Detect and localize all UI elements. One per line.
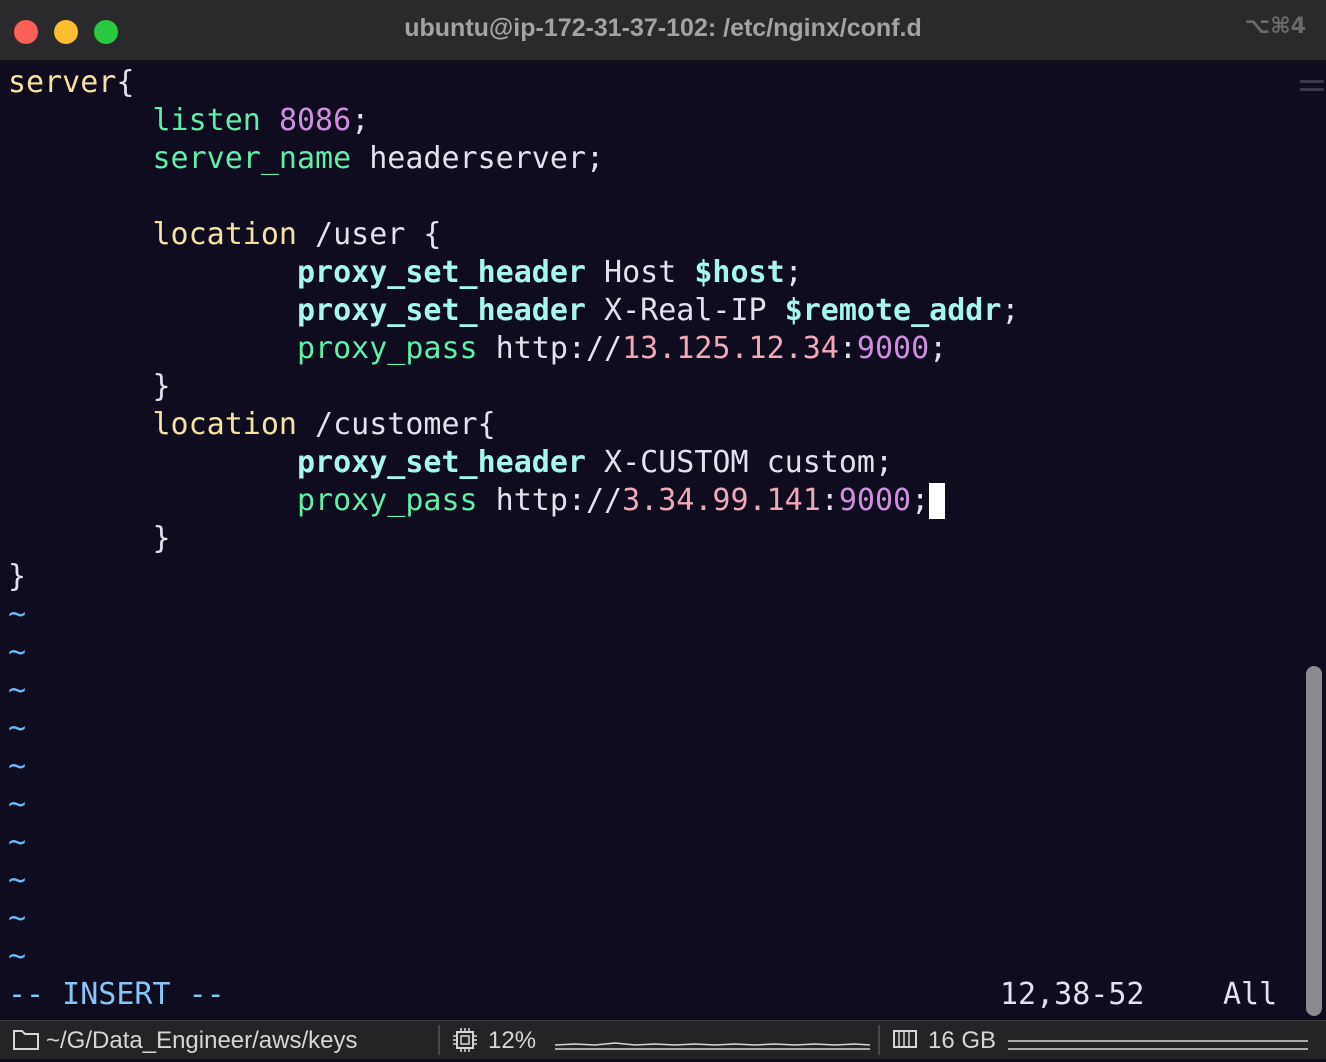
memory-icon: [892, 1027, 918, 1055]
code-line: }: [152, 521, 171, 556]
code-line: proxy_set_header X-Real-IP $remote_addr;: [296, 293, 1020, 328]
memory-sparkline: [1008, 1033, 1308, 1061]
empty-line-tilde: ~: [8, 673, 27, 708]
directive-token: proxy_set_header: [296, 293, 586, 328]
code-line: proxy_pass http://3.34.99.141:9000;: [8, 482, 946, 520]
directive-token: proxy_pass: [296, 331, 478, 366]
directive-token: proxy_pass: [296, 483, 478, 518]
variable-token: $remote_addr: [784, 293, 1002, 328]
current-path[interactable]: ~/G/Data_Engineer/aws/keys: [46, 1027, 358, 1055]
ip-address: 13.125.12.34: [622, 331, 839, 366]
code-line: proxy_pass http://13.125.12.34:9000;: [296, 331, 948, 366]
code-line: proxy_set_header X-CUSTOM custom;: [296, 445, 894, 480]
code-line: }: [152, 369, 171, 404]
code-line: location /user {: [152, 217, 442, 252]
window-title: ubuntu@ip-172-31-37-102: /etc/nginx/conf…: [404, 14, 922, 42]
server-keyword: server: [8, 65, 117, 100]
cpu-chip-icon: [452, 1027, 478, 1055]
status-bar: ~/G/Data_Engineer/aws/keys 12% 16 GB: [0, 1020, 1326, 1059]
empty-line-tilde: ~: [8, 711, 27, 746]
vim-mode-indicator: -- INSERT --: [8, 977, 225, 1012]
code-line: }: [8, 559, 27, 594]
tab-shortcut-label: ⌥⌘4: [1244, 14, 1306, 39]
port-number: 9000: [838, 483, 912, 518]
code-line: listen 8086;: [152, 103, 370, 138]
terminal-window: ubuntu@ip-172-31-37-102: /etc/nginx/conf…: [0, 0, 1326, 1059]
ip-address: 3.34.99.141: [622, 483, 821, 518]
directive-token: proxy_set_header: [296, 255, 586, 290]
directive-token: server_name: [152, 141, 352, 176]
variable-token: $host: [694, 255, 785, 290]
code-line: proxy_set_header Host $host;: [296, 255, 803, 290]
location-keyword: location: [152, 407, 298, 442]
cpu-sparkline: [554, 1033, 871, 1061]
code-line: server{: [8, 65, 135, 100]
cursor-position: 12,38-52: [1000, 977, 1145, 1012]
scroll-overview: [1300, 80, 1324, 96]
status-divider: [438, 1025, 440, 1055]
scrollbar-thumb[interactable]: [1306, 666, 1322, 1016]
empty-line-tilde: ~: [8, 863, 27, 898]
cpu-usage: 12%: [488, 1027, 537, 1054]
location-keyword: location: [152, 217, 298, 252]
status-divider: [878, 1025, 880, 1055]
directive-token: proxy_set_header: [296, 445, 586, 480]
memory-usage: 16 GB: [928, 1027, 997, 1054]
empty-line-tilde: ~: [8, 749, 27, 784]
empty-line-tilde: ~: [8, 825, 27, 860]
empty-line-tilde: ~: [8, 901, 27, 936]
empty-line-tilde: ~: [8, 635, 27, 670]
port-number: 8086: [278, 103, 352, 138]
text-cursor: [929, 483, 946, 519]
folder-icon: [12, 1027, 40, 1055]
vim-editor[interactable]: server{ listen 8086; server_name headers…: [0, 62, 1296, 1017]
title-bar: ubuntu@ip-172-31-37-102: /etc/nginx/conf…: [0, 0, 1326, 61]
code-line: location /customer{: [152, 407, 496, 442]
directive-token: listen: [152, 103, 261, 138]
empty-line-tilde: ~: [8, 787, 27, 822]
empty-line-tilde: ~: [8, 597, 27, 632]
port-number: 9000: [856, 331, 930, 366]
code-line: server_name headerserver;: [152, 141, 605, 176]
empty-line-tilde: ~: [8, 939, 27, 974]
scroll-position: All: [1223, 977, 1278, 1012]
